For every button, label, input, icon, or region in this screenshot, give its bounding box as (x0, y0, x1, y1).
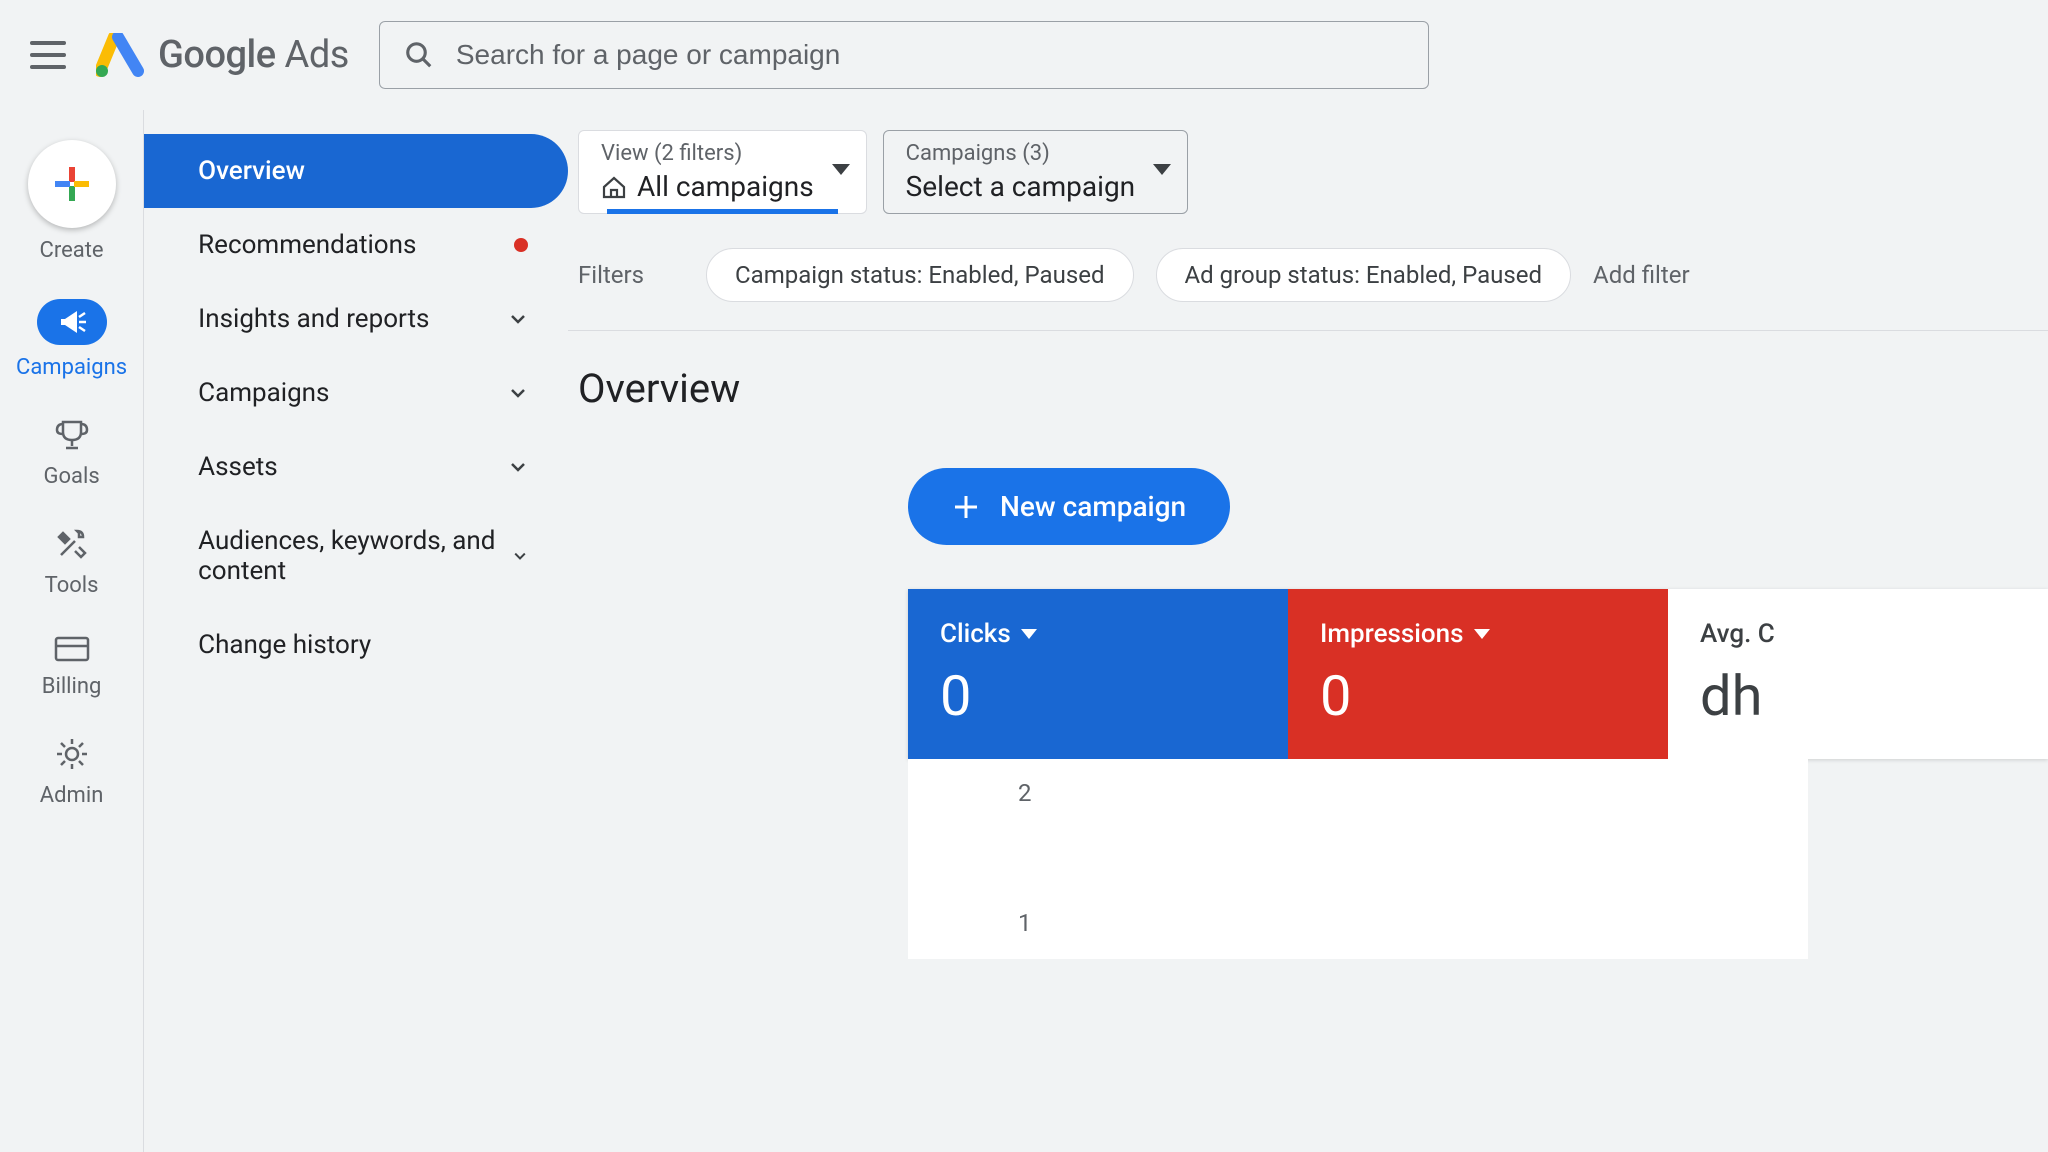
add-filter-button[interactable]: Add filter (1593, 261, 1690, 289)
campaign-dropdown[interactable]: Campaigns (3) Select a campaign (883, 130, 1188, 214)
rail-billing-label: Billing (42, 674, 102, 699)
metric-clicks[interactable]: Clicks 0 (908, 589, 1288, 759)
view-dropdown[interactable]: View (2 filters) All campaigns (578, 130, 867, 214)
rail-goals-label: Goals (43, 464, 99, 489)
top-controls: View (2 filters) All campaigns Campaigns… (568, 130, 2048, 214)
main-content: View (2 filters) All campaigns Campaigns… (568, 110, 2048, 1152)
sidenav-insights[interactable]: Insights and reports (144, 282, 568, 356)
filters-label: Filters (578, 261, 644, 289)
page-title: Overview (578, 365, 2048, 412)
view-dropdown-value: All campaigns (601, 170, 814, 203)
rail-create-label: Create (40, 238, 104, 263)
rail-create[interactable]: Create (28, 140, 116, 263)
sidenav-change-history-label: Change history (198, 630, 371, 660)
chevron-down-icon (508, 457, 528, 477)
sidenav-campaigns-label: Campaigns (198, 378, 329, 408)
campaign-dropdown-sublabel: Campaigns (3) (906, 141, 1135, 166)
side-nav: Overview Recommendations Insights and re… (144, 110, 568, 1152)
rail-campaigns-label: Campaigns (16, 355, 127, 380)
sidenav-audiences[interactable]: Audiences, keywords, and content (144, 504, 568, 608)
campaigns-pill-icon (37, 299, 107, 345)
caret-down-icon (1021, 629, 1037, 639)
metric-clicks-value: 0 (940, 663, 1256, 729)
rail-admin-label: Admin (40, 783, 104, 808)
create-button[interactable] (28, 140, 116, 228)
sidenav-insights-label: Insights and reports (198, 304, 429, 334)
filters-row: Filters Campaign status: Enabled, Paused… (568, 248, 2048, 331)
notification-dot-icon (514, 238, 528, 252)
metric-avg-label: Avg. C (1700, 619, 1775, 649)
metric-impressions-label: Impressions (1320, 619, 1464, 649)
metrics-cards: Clicks 0 Impressions 0 Avg. C dh (908, 589, 2048, 759)
chevron-down-icon (508, 309, 528, 329)
search-icon (404, 40, 434, 70)
new-campaign-label: New campaign (1000, 490, 1186, 523)
new-campaign-button[interactable]: New campaign (908, 468, 1230, 545)
sidenav-assets[interactable]: Assets (144, 430, 568, 504)
left-rail: Create Campaigns Goals (0, 110, 144, 1152)
brand-text: Google Ads (158, 33, 349, 77)
home-icon (601, 175, 627, 199)
tools-icon (53, 525, 91, 563)
sidenav-overview[interactable]: Overview (144, 134, 568, 208)
chevron-down-icon (508, 383, 528, 403)
header: Google Ads (0, 0, 2048, 110)
view-dropdown-sublabel: View (2 filters) (601, 141, 814, 166)
sidenav-assets-label: Assets (198, 452, 278, 482)
sidenav-change-history[interactable]: Change history (144, 608, 568, 682)
metric-impressions-value: 0 (1320, 663, 1636, 729)
metric-avg-value: dh (1700, 663, 2016, 729)
metric-clicks-label: Clicks (940, 619, 1011, 649)
search-box[interactable] (379, 21, 1429, 89)
logo[interactable]: Google Ads (96, 33, 349, 77)
active-tab-indicator (607, 209, 838, 214)
chevron-down-icon (512, 546, 528, 566)
rail-admin[interactable]: Admin (40, 735, 104, 808)
campaign-dropdown-value: Select a campaign (906, 170, 1135, 203)
metric-impressions[interactable]: Impressions 0 (1288, 589, 1668, 759)
megaphone-icon (57, 309, 87, 335)
chart-ytick: 1 (1018, 909, 1032, 937)
plus-multicolor-icon (55, 167, 89, 201)
rail-tools-label: Tools (45, 573, 99, 598)
filter-chip-campaign-status[interactable]: Campaign status: Enabled, Paused (706, 248, 1133, 302)
search-input[interactable] (456, 39, 1404, 71)
chart-area: 2 1 (908, 759, 1808, 959)
rail-goals[interactable]: Goals (43, 416, 99, 489)
caret-down-icon (1474, 629, 1490, 639)
caret-down-icon (1153, 164, 1171, 175)
rail-billing[interactable]: Billing (42, 634, 102, 699)
sidenav-audiences-label: Audiences, keywords, and content (198, 526, 512, 586)
sidenav-overview-label: Overview (198, 156, 305, 186)
metric-avg[interactable]: Avg. C dh (1668, 589, 2048, 759)
sidenav-campaigns[interactable]: Campaigns (144, 356, 568, 430)
trophy-icon (53, 416, 91, 454)
plus-icon (952, 493, 980, 521)
chart-ytick: 2 (1018, 779, 1032, 807)
sidenav-recommendations[interactable]: Recommendations (144, 208, 568, 282)
gear-icon (53, 735, 91, 773)
filter-chip-adgroup-status[interactable]: Ad group status: Enabled, Paused (1156, 248, 1572, 302)
rail-campaigns[interactable]: Campaigns (16, 299, 127, 380)
sidenav-recommendations-label: Recommendations (198, 230, 416, 260)
google-ads-logo-icon (96, 33, 144, 77)
rail-tools[interactable]: Tools (45, 525, 99, 598)
caret-down-icon (832, 164, 850, 175)
menu-icon[interactable] (30, 41, 66, 69)
card-icon (52, 634, 92, 664)
